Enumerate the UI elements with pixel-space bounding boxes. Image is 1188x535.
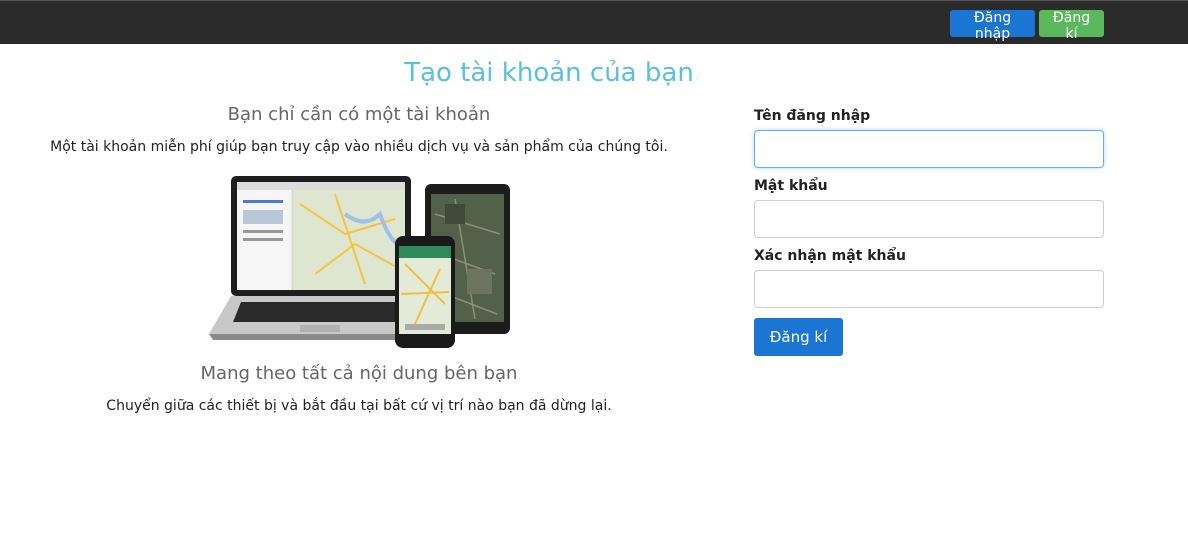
username-input[interactable]: [754, 130, 1104, 168]
confirm-password-label: Xác nhận mật khẩu: [754, 248, 906, 264]
top-navbar: Đăng nhập Đăng kí: [0, 0, 1188, 44]
intro-text-one-account: Một tài khoản miễn phí giúp bạn truy cập…: [50, 139, 668, 155]
username-label: Tên đăng nhập: [754, 108, 871, 124]
intro-heading-bring-content: Mang theo tất cả nội dung bên bạn: [200, 363, 518, 384]
confirm-password-input[interactable]: [754, 270, 1104, 308]
register-form: Tên đăng nhập Mật khẩu Xác nhận mật khẩu…: [754, 108, 1104, 356]
register-nav-button[interactable]: Đăng kí: [1039, 10, 1104, 42]
register-submit-button[interactable]: Đăng kí: [754, 318, 843, 356]
intro-text-bring-content: Chuyển giữa các thiết bị và bắt đầu tại …: [106, 398, 612, 414]
login-button[interactable]: Đăng nhập: [950, 10, 1035, 42]
devices-illustration: [209, 176, 510, 348]
password-label: Mật khẩu: [754, 178, 828, 194]
password-input[interactable]: [754, 200, 1104, 238]
intro-heading-one-account: Bạn chỉ cần có một tài khoản: [227, 104, 491, 125]
page-title: Tạo tài khoản của bạn: [404, 58, 694, 88]
